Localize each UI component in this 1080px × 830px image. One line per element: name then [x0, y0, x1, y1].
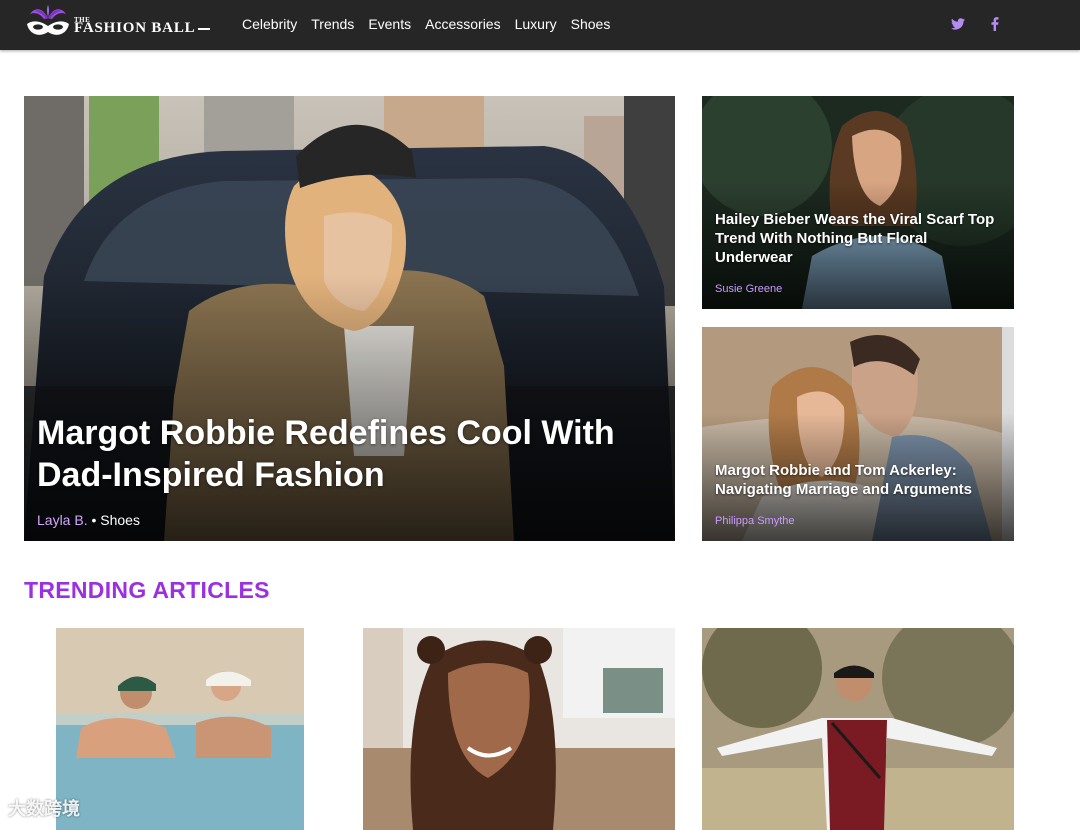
- facebook-link[interactable]: [985, 14, 1005, 34]
- facebook-icon: [991, 17, 999, 31]
- trending-article-card-3[interactable]: [702, 628, 1014, 830]
- nav-item-accessories[interactable]: Accessories: [425, 15, 500, 33]
- twitter-icon: [951, 18, 965, 30]
- trending-article-card-2[interactable]: [363, 628, 675, 830]
- trending-article-card-1[interactable]: [56, 628, 304, 830]
- watermark-text: 大数跨境: [8, 799, 80, 819]
- nav-item-trends[interactable]: Trends: [311, 15, 354, 33]
- main-menu: Celebrity Trends Events Accessories Luxu…: [242, 15, 610, 33]
- nav-item-events[interactable]: Events: [368, 15, 411, 33]
- trending-article-3-photo: [702, 628, 1014, 830]
- side-article-2-author[interactable]: Philippa Smythe: [715, 515, 795, 527]
- hero-gradient-overlay: [24, 274, 675, 541]
- site-logo[interactable]: THE FASHION BALL: [24, 4, 224, 44]
- hero-category-link[interactable]: • Shoes: [91, 512, 140, 528]
- hero-article-title[interactable]: Margot Robbie Redefines Cool With Dad-In…: [37, 412, 647, 496]
- side-article-card-1[interactable]: Hailey Bieber Wears the Viral Scarf Top …: [702, 96, 1014, 309]
- side-article-2-title[interactable]: Margot Robbie and Tom Ackerley: Navigati…: [715, 461, 995, 499]
- twitter-link[interactable]: [948, 14, 968, 34]
- masquerade-mask-icon: [27, 5, 69, 35]
- trending-article-1-photo: [56, 628, 304, 830]
- side-article-1-author[interactable]: Susie Greene: [715, 283, 782, 295]
- nav-item-luxury[interactable]: Luxury: [515, 15, 557, 33]
- hero-article-meta: Layla B. • Shoes: [37, 512, 140, 528]
- side-article-1-title[interactable]: Hailey Bieber Wears the Viral Scarf Top …: [715, 210, 995, 267]
- side-article-card-2[interactable]: Margot Robbie and Tom Ackerley: Navigati…: [702, 327, 1014, 541]
- top-navigation-bar: THE FASHION BALL Celebrity Trends Events…: [0, 0, 1080, 50]
- nav-item-shoes[interactable]: Shoes: [571, 15, 611, 33]
- logo-name-text: FASHION BALL: [74, 20, 210, 37]
- hero-article-card[interactable]: Margot Robbie Redefines Cool With Dad-In…: [24, 96, 675, 541]
- hero-author-link[interactable]: Layla B.: [37, 512, 88, 528]
- nav-item-celebrity[interactable]: Celebrity: [242, 15, 297, 33]
- trending-article-2-photo: [363, 628, 675, 830]
- trending-articles-heading: TRENDING ARTICLES: [24, 577, 270, 603]
